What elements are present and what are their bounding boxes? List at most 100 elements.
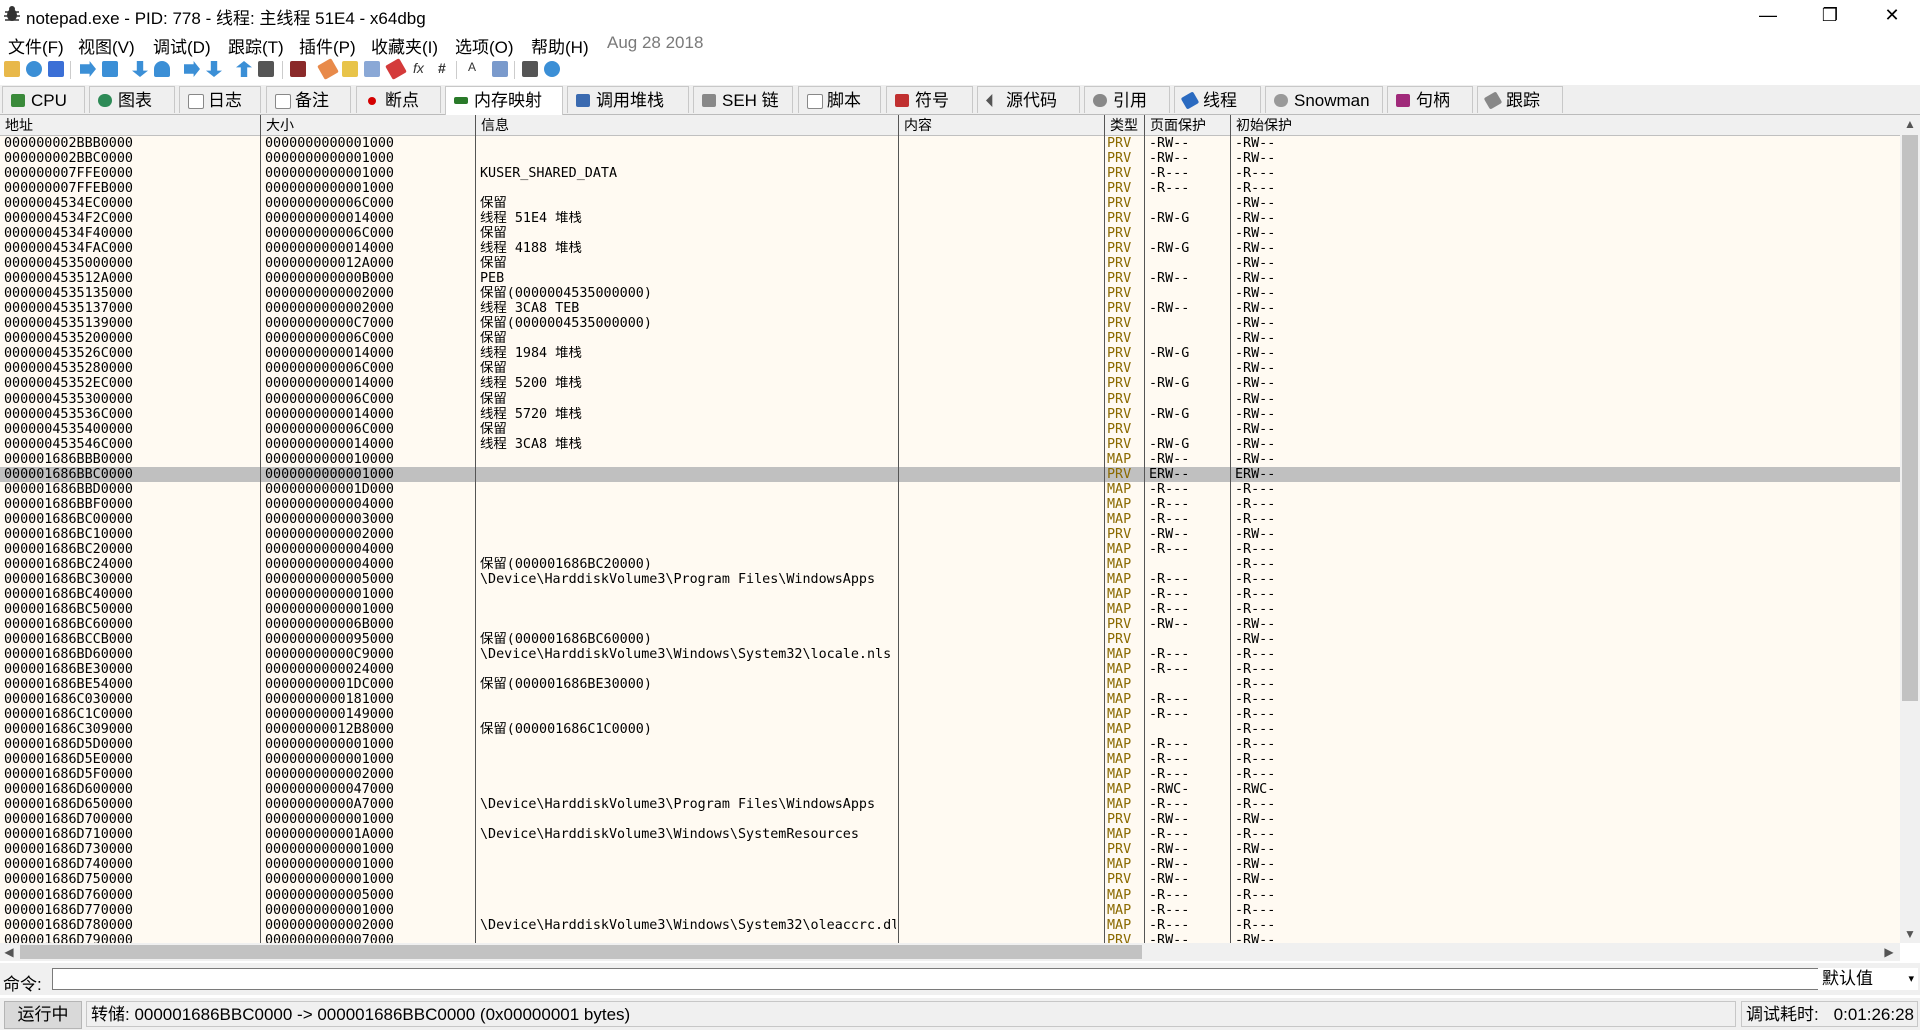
table-row[interactable]: 000001686BBC0000 0000000000001000 PRV ERW--…	[0, 466, 1900, 482]
table-row[interactable]: 0000004535400000 000000000006C000 保留 PRV -RW…	[0, 422, 1900, 437]
menu-trace[interactable]: 跟踪(T)	[228, 33, 284, 58]
scylla-icon[interactable]	[290, 61, 306, 77]
tab-snowman[interactable]: Snowman	[1265, 86, 1383, 113]
tab-script[interactable]: 脚本	[798, 86, 881, 113]
table-row[interactable]: 000001686D5F0000 0000000000002000 MAP -R---…	[0, 767, 1900, 782]
table-row[interactable]: 000000002BBB0000 0000000000001000 PRV -RW--…	[0, 136, 1900, 151]
table-row[interactable]: 000001686D760000 0000000000005000 MAP -R---…	[0, 888, 1900, 903]
trace-into-icon[interactable]	[184, 61, 200, 77]
scroll-down-icon[interactable]: ▼	[1900, 925, 1920, 943]
table-row[interactable]: 000000007FFEB000 0000000000001000 PRV -R---…	[0, 181, 1900, 196]
menu-plugins[interactable]: 插件(P)	[299, 33, 356, 58]
table-row[interactable]: 000001686BC50000 0000000000001000 MAP -R---…	[0, 602, 1900, 617]
table-row[interactable]: 000001686BBD0000 000000000001D000 MAP -R---…	[0, 482, 1900, 497]
table-row[interactable]: 0000004534F40000 000000000006C000 保留 PRV -RW…	[0, 226, 1900, 241]
table-row[interactable]: 0000004535200000 000000000006C000 保留 PRV -RW…	[0, 331, 1900, 346]
tab-call-stack[interactable]: 调用堆栈	[567, 86, 689, 113]
table-row[interactable]: 000000002BBC0000 0000000000001000 PRV -RW--…	[0, 151, 1900, 166]
step-over-icon[interactable]	[154, 61, 170, 77]
table-row[interactable]: 000000453526C000 0000000000014000 线程 1984 …	[0, 346, 1900, 361]
tab-seh-chain[interactable]: SEH 链	[693, 86, 793, 113]
menu-options[interactable]: 选项(O)	[455, 33, 514, 58]
tab-log[interactable]: 日志	[179, 86, 261, 113]
table-row[interactable]: 000001686C309000 00000000012B8000 保留(00000…	[0, 722, 1900, 737]
table-row[interactable]: 000001686BC24000 0000000000004000 保留(00000…	[0, 557, 1900, 572]
table-row[interactable]: 000001686BCCB000 0000000000095000 保留(00000…	[0, 632, 1900, 647]
tab-notes[interactable]: 备注	[266, 86, 351, 113]
column-header-content[interactable]: 内容	[899, 115, 1105, 135]
close-button[interactable]: ✕	[1861, 0, 1920, 30]
table-row[interactable]: 000001686D700000 0000000000001000 PRV -RW--…	[0, 812, 1900, 827]
table-row[interactable]: 000001686BE54000 00000000001DC000 保留(00000…	[0, 677, 1900, 692]
table-row[interactable]: 000001686D5D0000 0000000000001000 MAP -R---…	[0, 737, 1900, 752]
table-row[interactable]: 00000045352EC000 0000000000014000 线程 5200 …	[0, 376, 1900, 391]
strings-icon[interactable]: A	[468, 60, 476, 74]
command-input[interactable]	[52, 968, 1822, 990]
tab-breakpoints[interactable]: 断点	[356, 86, 441, 113]
labels-icon[interactable]	[364, 61, 380, 77]
execute-till-return-icon[interactable]	[236, 61, 252, 77]
horizontal-scroll-thumb[interactable]	[20, 945, 1142, 959]
calculator-icon[interactable]	[492, 61, 508, 77]
tab-memory-map[interactable]: 内存映射	[445, 86, 563, 115]
table-row[interactable]: 000001686BC40000 0000000000001000 MAP -R---…	[0, 587, 1900, 602]
table-row[interactable]: 000001686D600000 0000000000047000 MAP -RWC-…	[0, 782, 1900, 797]
table-body[interactable]: 000000002BBB0000 0000000000001000 PRV -RW--…	[0, 136, 1900, 943]
column-header-size[interactable]: 大小	[261, 115, 476, 135]
column-header-address[interactable]: 地址	[0, 115, 261, 135]
menu-file[interactable]: 文件(F)	[8, 33, 64, 58]
table-row[interactable]: 000001686D750000 0000000000001000 PRV -RW--…	[0, 872, 1900, 887]
bookmarks-icon[interactable]	[385, 58, 407, 80]
table-row[interactable]: 0000004535139000 00000000000C7000 保留(00000…	[0, 316, 1900, 331]
vertical-scrollbar[interactable]: ▲ ▼	[1900, 115, 1920, 943]
horizontal-scrollbar[interactable]: ◀ ▶	[0, 943, 1900, 961]
step-into-icon[interactable]	[132, 61, 148, 77]
stop-icon[interactable]	[48, 61, 64, 77]
functions-icon[interactable]: fx	[413, 60, 424, 76]
command-mode-select[interactable]: 默认值 ▾	[1818, 968, 1918, 990]
restart-icon[interactable]	[26, 61, 42, 77]
table-row[interactable]: 0000004535137000 0000000000002000 线程 3CA8 …	[0, 301, 1900, 316]
tab-trace[interactable]: 跟踪	[1477, 86, 1563, 113]
column-header-type[interactable]: 类型	[1105, 115, 1145, 135]
tab-graph[interactable]: 图表	[89, 86, 175, 113]
table-row[interactable]: 000001686BC10000 0000000000002000 PRV -RW--…	[0, 527, 1900, 542]
table-row[interactable]: 000000453512A000 000000000000B000 PEB PRV -R…	[0, 271, 1900, 286]
tab-threads[interactable]: 线程	[1174, 86, 1261, 113]
table-row[interactable]: 000001686D710000 000000000001A000 \Device\…	[0, 827, 1900, 842]
scroll-left-icon[interactable]: ◀	[0, 943, 18, 961]
column-header-info[interactable]: 信息	[476, 115, 899, 135]
table-row[interactable]: 000001686D790000 0000000000007000 PRV -RW--…	[0, 933, 1900, 943]
table-row[interactable]: 0000004535000000 000000000012A000 保留 PRV -RW…	[0, 256, 1900, 271]
table-row[interactable]: 000001686BC00000 0000000000003000 MAP -R---…	[0, 512, 1900, 527]
table-row[interactable]: 0000004534EC0000 000000000006C000 保留 PRV -RW…	[0, 196, 1900, 211]
tab-source[interactable]: 源代码	[977, 86, 1080, 113]
table-row[interactable]: 000001686D780000 0000000000002000 \Device\…	[0, 918, 1900, 933]
column-header-initial-protect[interactable]: 初始保护	[1231, 115, 1900, 135]
table-row[interactable]: 000001686D730000 0000000000001000 PRV -RW--…	[0, 842, 1900, 857]
table-row[interactable]: 000001686BBB0000 0000000000010000 MAP -RW--…	[0, 452, 1900, 467]
table-row[interactable]: 000000007FFE0000 0000000000001000 KUSER_SH…	[0, 166, 1900, 181]
scroll-right-icon[interactable]: ▶	[1880, 943, 1898, 961]
table-row[interactable]: 000001686C030000 0000000000181000 MAP -R---…	[0, 692, 1900, 707]
tab-references[interactable]: 引用	[1084, 86, 1170, 113]
menu-favorites[interactable]: 收藏夹(I)	[371, 33, 438, 58]
table-row[interactable]: 0000004535280000 000000000006C000 保留 PRV -RW…	[0, 361, 1900, 376]
table-row[interactable]: 000000453546C000 0000000000014000 线程 3CA8 …	[0, 437, 1900, 452]
scroll-up-icon[interactable]: ▲	[1900, 115, 1920, 133]
tab-handles[interactable]: 句柄	[1387, 86, 1473, 113]
table-row[interactable]: 000001686D770000 0000000000001000 MAP -R---…	[0, 903, 1900, 918]
column-header-page-protect[interactable]: 页面保护	[1145, 115, 1231, 135]
execute-till-user-code-icon[interactable]	[258, 61, 274, 77]
restore-button[interactable]: ❐	[1799, 0, 1861, 30]
table-row[interactable]: 0000004535135000 0000000000002000 保留(00000…	[0, 286, 1900, 301]
table-row[interactable]: 0000004534F2C000 0000000000014000 线程 51E4 …	[0, 211, 1900, 226]
patch-icon[interactable]	[317, 58, 339, 80]
pause-icon[interactable]	[102, 61, 118, 77]
table-row[interactable]: 000001686D650000 00000000000A7000 \Device\…	[0, 797, 1900, 812]
table-row[interactable]: 0000004535300000 000000000006C000 保留 PRV -RW…	[0, 392, 1900, 407]
device-icon[interactable]	[522, 61, 538, 77]
tab-cpu[interactable]: CPU	[2, 86, 85, 113]
minimize-button[interactable]: —	[1737, 0, 1799, 30]
tab-symbols[interactable]: 符号	[886, 86, 973, 113]
